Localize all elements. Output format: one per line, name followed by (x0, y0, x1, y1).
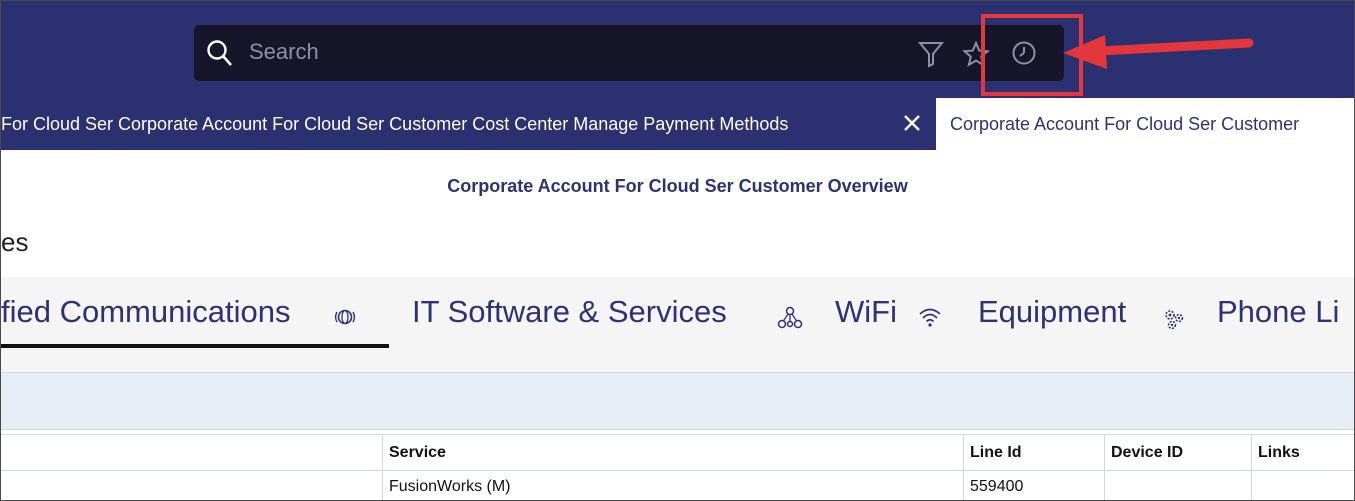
app-frame: Search For Cloud Ser Corporate Account F… (0, 0, 1355, 501)
close-icon[interactable] (902, 113, 922, 133)
table-cell-device-id (1104, 469, 1251, 500)
tab-corporate-account-active[interactable]: Corporate Account For Cloud Ser Customer (936, 98, 1354, 150)
table-header-row: Service Line Id Device ID Links (1, 434, 1354, 471)
table-cell-service: FusionWorks (M) (382, 469, 963, 500)
open-tabs-bar: For Cloud Ser Corporate Account For Clou… (1, 98, 1354, 150)
active-category-underline (1, 344, 389, 348)
category-tabs: fied Communications IT Software & Servic… (1, 277, 1354, 372)
table-header-device-id[interactable]: Device ID (1104, 435, 1251, 470)
category-tab-wifi[interactable]: WiFi (835, 294, 897, 330)
table-cell-line-id: 559400 (963, 469, 1104, 500)
tab-label: For Cloud Ser Corporate Account For Clou… (1, 114, 789, 134)
tab-label: Corporate Account For Cloud Ser Customer (950, 114, 1300, 134)
category-tab-phone-lines[interactable]: Phone Li (1217, 294, 1339, 330)
globe-icon (334, 309, 356, 325)
filter-strip (1, 372, 1354, 430)
table-cell-blank (1, 469, 382, 500)
top-navigation-bar: Search For Cloud Ser Corporate Account F… (1, 1, 1354, 150)
page-title: Corporate Account For Cloud Ser Customer… (447, 176, 908, 196)
filter-icon[interactable] (918, 40, 944, 68)
table-header-links[interactable]: Links (1251, 435, 1354, 470)
gears-icon (1165, 310, 1184, 330)
wifi-icon (919, 308, 941, 327)
table-cell-links[interactable] (1251, 469, 1354, 500)
section-heading-fragment: es (1, 227, 29, 257)
network-icon (777, 306, 803, 329)
annotation-arrow (1063, 35, 1254, 69)
category-tab-unified-communications[interactable]: fied Communications (1, 294, 290, 330)
global-search-bar[interactable]: Search (194, 25, 1064, 81)
tab-manage-payment-methods[interactable]: For Cloud Ser Corporate Account For Clou… (1, 98, 936, 150)
category-tab-equipment[interactable]: Equipment (978, 294, 1126, 330)
table-row[interactable]: FusionWorks (M) 559400 (1, 469, 1354, 500)
table-header-cell-blank (1, 435, 382, 470)
category-tab-it-software-services[interactable]: IT Software & Services (412, 294, 727, 330)
table-header-line-id[interactable]: Line Id (963, 435, 1104, 470)
table-header-service[interactable]: Service (382, 435, 963, 470)
search-icon (207, 40, 232, 66)
search-input[interactable]: Search (249, 39, 319, 65)
